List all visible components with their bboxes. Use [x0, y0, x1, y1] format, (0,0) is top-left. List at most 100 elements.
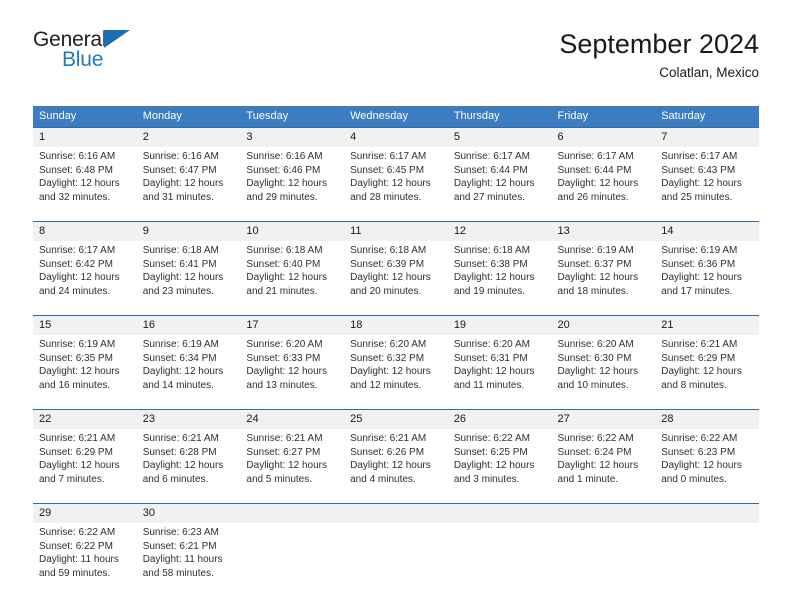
daylight-text: Daylight: 12 hours — [39, 178, 120, 190]
day-number[interactable]: 27 — [551, 409, 656, 429]
day-number[interactable]: 19 — [447, 315, 552, 335]
day-number[interactable]: 9 — [136, 221, 241, 241]
daylight-text: Daylight: 12 hours — [246, 272, 328, 284]
sunrise-text: Sunrise: 6:16 AM — [142, 151, 219, 162]
daylight-text: Daylight: 12 hours — [661, 366, 742, 378]
day-number[interactable]: 16 — [136, 315, 241, 335]
daylight-text: and 16 minutes. — [39, 379, 111, 391]
sunset-text: Sunset: 6:44 PM — [557, 164, 632, 176]
sunset-text: Sunset: 6:29 PM — [661, 352, 736, 364]
day-number[interactable]: 20 — [551, 315, 656, 335]
week-separator — [33, 400, 759, 410]
day-cell-details: Sunrise: 6:17 AM Sunset: 6:43 PM Daylight:… — [655, 147, 759, 212]
sunset-text: Sunset: 6:33 PM — [246, 352, 321, 364]
daylight-text: and 25 minutes. — [661, 191, 733, 203]
day-number[interactable]: 26 — [447, 409, 552, 429]
sunset-text: Sunset: 6:48 PM — [39, 164, 113, 176]
week-detail-row: Sunrise: 6:21 AM Sunset: 6:29 PM Daylight:… — [33, 429, 759, 494]
day-number[interactable]: 28 — [655, 409, 759, 429]
day-cell-details: Sunrise: 6:20 AM Sunset: 6:32 PM Daylight:… — [344, 335, 448, 400]
day-cell-details: Sunrise: 6:18 AM Sunset: 6:39 PM Daylight:… — [344, 241, 448, 306]
daylight-text: Daylight: 12 hours — [557, 366, 639, 378]
logo-triangle-icon — [104, 30, 130, 48]
daylight-text: Daylight: 12 hours — [246, 366, 328, 378]
daylight-text: Daylight: 12 hours — [453, 460, 535, 472]
daylight-text: and 23 minutes. — [142, 285, 214, 297]
day-number[interactable]: 6 — [551, 127, 656, 147]
day-number[interactable]: 12 — [447, 221, 552, 241]
daylight-text: and 19 minutes. — [453, 285, 525, 297]
daylight-text: Daylight: 12 hours — [246, 460, 328, 472]
sunrise-text: Sunrise: 6:17 AM — [350, 151, 427, 162]
day-number[interactable]: 15 — [33, 315, 137, 335]
sunset-text: Sunset: 6:32 PM — [350, 352, 425, 364]
weekday-header-thursday: Thursday — [447, 106, 552, 128]
day-cell-empty — [551, 523, 656, 588]
sunset-text: Sunset: 6:43 PM — [661, 164, 736, 176]
daylight-text: Daylight: 11 hours — [142, 554, 223, 566]
day-number[interactable]: 3 — [240, 127, 345, 147]
sunrise-text: Sunrise: 6:20 AM — [246, 339, 323, 350]
day-number[interactable]: 4 — [344, 127, 448, 147]
day-number[interactable]: 5 — [447, 127, 552, 147]
weekday-header-saturday: Saturday — [655, 106, 759, 128]
daylight-text: Daylight: 12 hours — [453, 272, 535, 284]
daylight-text: and 27 minutes. — [453, 191, 525, 203]
day-number[interactable]: 7 — [655, 127, 759, 147]
day-number[interactable]: 13 — [551, 221, 656, 241]
day-cell-details: Sunrise: 6:18 AM Sunset: 6:40 PM Daylight:… — [240, 241, 345, 306]
weekday-header-monday: Monday — [136, 106, 241, 128]
sunset-text: Sunset: 6:45 PM — [350, 164, 425, 176]
day-cell-details: Sunrise: 6:17 AM Sunset: 6:42 PM Daylight:… — [33, 241, 137, 306]
weekday-header-sunday: Sunday — [33, 106, 137, 128]
day-number[interactable]: 30 — [136, 503, 241, 523]
day-number[interactable]: 21 — [655, 315, 759, 335]
week-detail-row: Sunrise: 6:22 AM Sunset: 6:22 PM Daylight:… — [33, 523, 759, 588]
daylight-text: Daylight: 12 hours — [350, 272, 431, 284]
sunset-text: Sunset: 6:38 PM — [453, 258, 528, 270]
day-number[interactable]: 29 — [33, 503, 137, 523]
daylight-text: and 5 minutes. — [246, 473, 313, 485]
daylight-text: and 1 minute. — [557, 473, 619, 485]
day-cell-details: Sunrise: 6:20 AM Sunset: 6:31 PM Daylight:… — [447, 335, 552, 400]
sunrise-text: Sunrise: 6:18 AM — [350, 245, 427, 256]
daylight-text: Daylight: 12 hours — [453, 366, 535, 378]
daylight-text: Daylight: 12 hours — [350, 460, 431, 472]
day-number[interactable]: 24 — [240, 409, 345, 429]
day-number[interactable]: 23 — [136, 409, 241, 429]
day-number[interactable]: 11 — [344, 221, 448, 241]
sunrise-text: Sunrise: 6:18 AM — [142, 245, 219, 256]
daylight-text: Daylight: 12 hours — [142, 460, 224, 472]
sunset-text: Sunset: 6:27 PM — [246, 446, 321, 458]
daylight-text: Daylight: 12 hours — [142, 366, 224, 378]
day-number[interactable]: 2 — [136, 127, 241, 147]
week-daynumber-row: 1234567 — [33, 127, 759, 147]
day-number-empty — [655, 503, 759, 523]
daylight-text: and 10 minutes. — [557, 379, 629, 391]
day-number[interactable]: 18 — [344, 315, 448, 335]
day-number[interactable]: 8 — [33, 221, 137, 241]
week-separator — [33, 212, 759, 222]
week-detail-row: Sunrise: 6:17 AM Sunset: 6:42 PM Daylight:… — [33, 241, 759, 306]
daylight-text: and 21 minutes. — [246, 285, 318, 297]
sunset-text: Sunset: 6:44 PM — [453, 164, 528, 176]
day-cell-details: Sunrise: 6:18 AM Sunset: 6:38 PM Daylight:… — [447, 241, 552, 306]
day-number[interactable]: 14 — [655, 221, 759, 241]
daylight-text: and 26 minutes. — [557, 191, 629, 203]
day-number[interactable]: 22 — [33, 409, 137, 429]
day-number[interactable]: 1 — [33, 127, 137, 147]
daylight-text: Daylight: 12 hours — [557, 272, 639, 284]
sunset-text: Sunset: 6:23 PM — [661, 446, 736, 458]
day-cell-details: Sunrise: 6:19 AM Sunset: 6:36 PM Daylight:… — [655, 241, 759, 306]
sunset-text: Sunset: 6:34 PM — [142, 352, 217, 364]
daylight-text: and 7 minutes. — [39, 473, 105, 485]
day-number[interactable]: 10 — [240, 221, 345, 241]
daylight-text: Daylight: 12 hours — [142, 178, 224, 190]
daylight-text: and 17 minutes. — [661, 285, 733, 297]
day-number[interactable]: 25 — [344, 409, 448, 429]
generalblue-logo: General Blue — [33, 28, 233, 84]
day-cell-details: Sunrise: 6:21 AM Sunset: 6:26 PM Daylight:… — [344, 429, 448, 494]
day-number[interactable]: 17 — [240, 315, 345, 335]
sunrise-text: Sunrise: 6:18 AM — [246, 245, 323, 256]
daylight-text: Daylight: 12 hours — [557, 178, 639, 190]
